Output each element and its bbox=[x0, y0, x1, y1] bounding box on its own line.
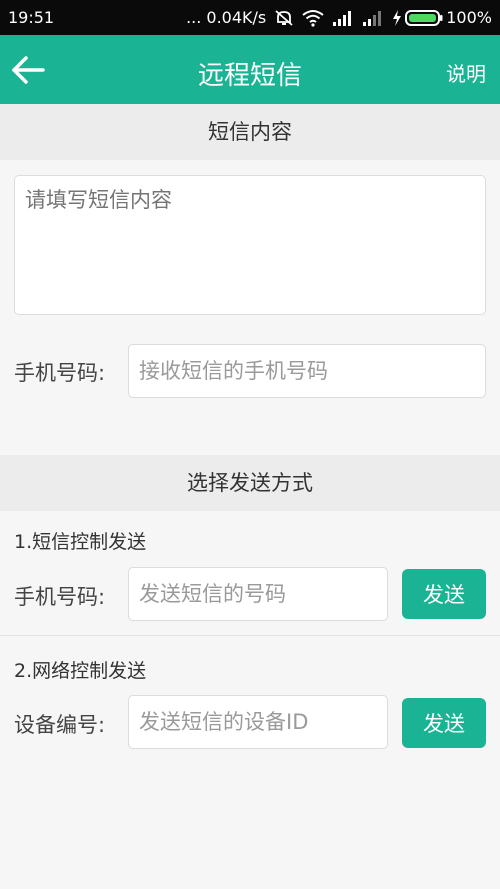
network-send-button[interactable]: 发送 bbox=[402, 698, 486, 748]
app-bar: 远程短信 说明 bbox=[0, 35, 500, 104]
network-control-title: 2.网络控制发送 bbox=[14, 660, 147, 682]
page-title: 远程短信 bbox=[197, 61, 302, 91]
receiver-phone-label: 手机号码: bbox=[14, 361, 106, 385]
receiver-phone-input[interactable] bbox=[128, 344, 486, 398]
battery-level: 100% bbox=[446, 8, 492, 27]
status-indicators: ... 0.04K/s 100% bbox=[186, 8, 492, 27]
signal-icon bbox=[332, 10, 354, 26]
sender-phone-input[interactable] bbox=[128, 567, 388, 621]
sms-send-button[interactable]: 发送 bbox=[402, 569, 486, 619]
device-id-input[interactable] bbox=[128, 695, 388, 749]
signal-icon bbox=[362, 10, 384, 26]
message-content-input[interactable] bbox=[14, 175, 486, 315]
sender-phone-label: 手机号码: bbox=[14, 585, 106, 609]
battery-indicator: 100% bbox=[392, 8, 492, 27]
wifi-icon bbox=[302, 9, 324, 27]
battery-icon bbox=[405, 9, 443, 27]
status-bar: 19:51 ... 0.04K/s 100% bbox=[0, 0, 500, 35]
device-id-label: 设备编号: bbox=[14, 713, 106, 737]
charging-icon bbox=[392, 9, 402, 26]
section-divider bbox=[0, 635, 500, 636]
help-link[interactable]: 说明 bbox=[446, 58, 486, 87]
status-time: 19:51 bbox=[8, 8, 55, 27]
mute-icon bbox=[274, 9, 294, 27]
network-speed: ... 0.04K/s bbox=[186, 8, 267, 27]
section-header-content: 短信内容 bbox=[0, 104, 500, 160]
sms-control-title: 1.短信控制发送 bbox=[14, 531, 147, 553]
section-header-method: 选择发送方式 bbox=[0, 455, 500, 511]
